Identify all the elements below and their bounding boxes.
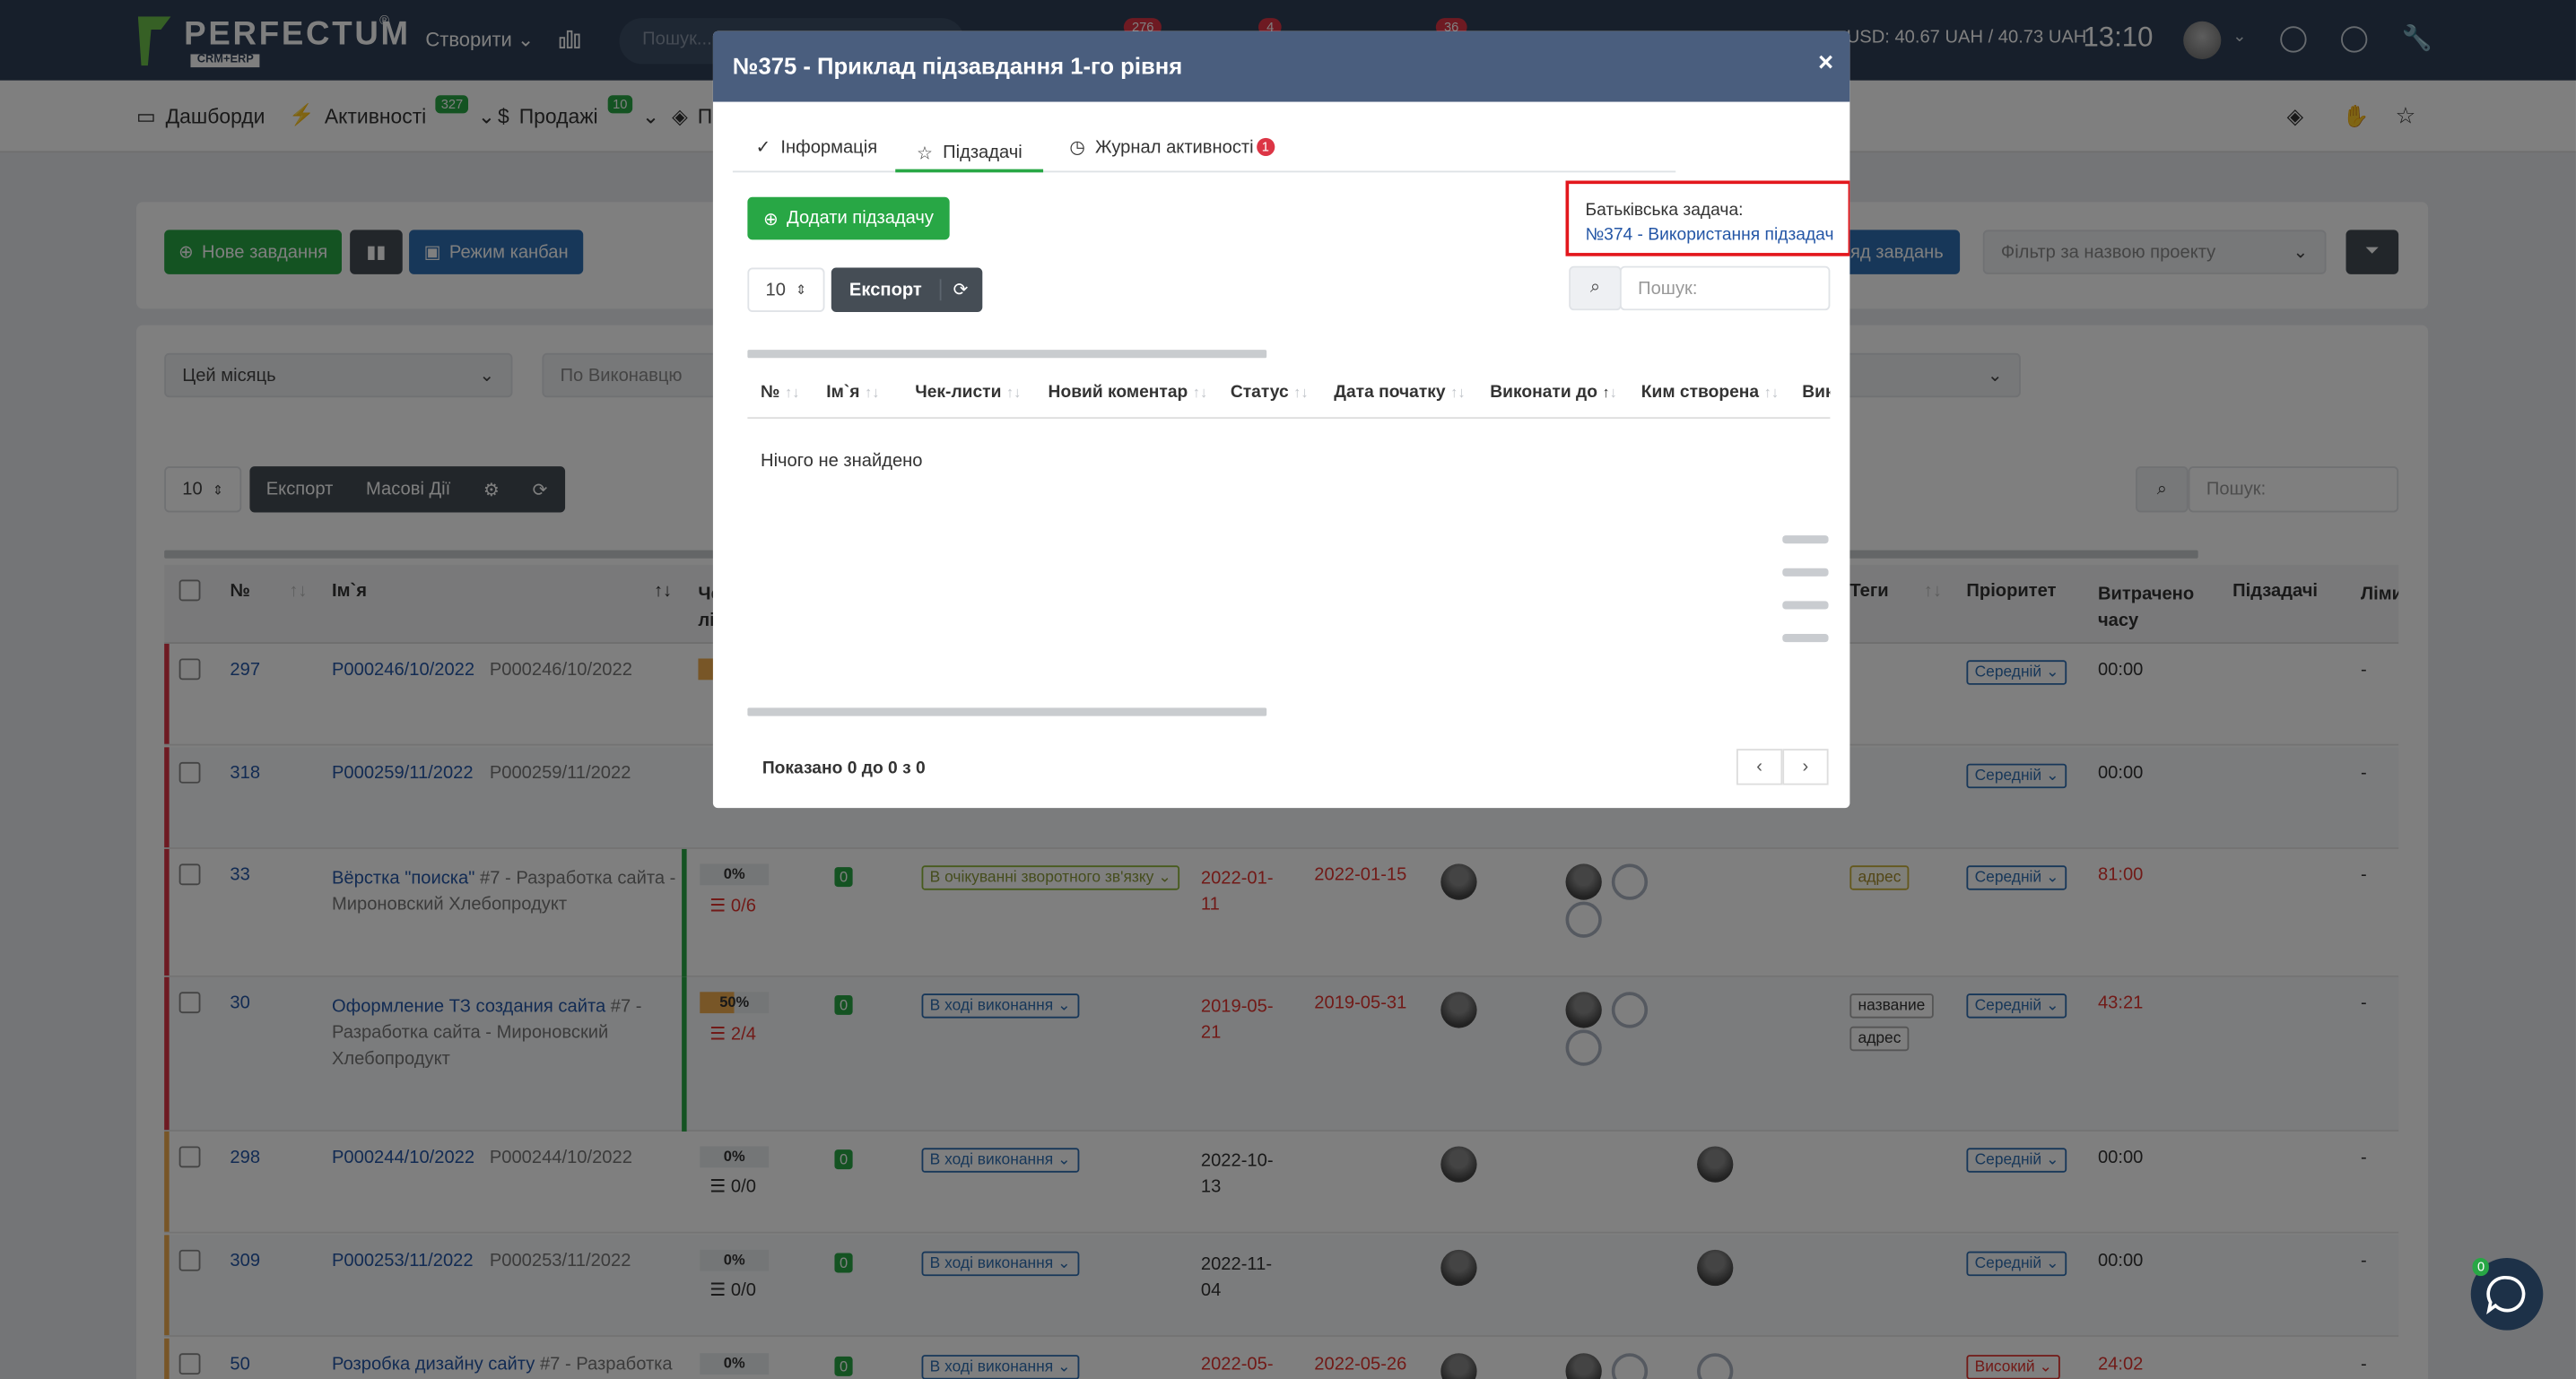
tab-subtasks[interactable]: ☆ Підзадачі	[895, 136, 1044, 173]
column-header[interactable]: Чек-листи ↑↓	[915, 383, 1021, 403]
column-header[interactable]: № ↑↓	[761, 383, 799, 403]
tab-label: Журнал активності	[1094, 136, 1254, 157]
modal-scrollbar-bottom[interactable]	[747, 707, 1267, 716]
header-label: Дата початку	[1334, 382, 1446, 403]
star-icon: ☆	[917, 143, 934, 164]
chevron-left-icon: ‹	[1756, 757, 1762, 777]
tab-badge: 1	[1257, 137, 1275, 157]
subtask-modal: №375 - Приклад підзавдання 1-го рівня × …	[712, 30, 1850, 809]
header-label: Виконати до	[1490, 382, 1597, 403]
modal-title: №375 - Приклад підзавдання 1-го рівня	[732, 52, 1183, 79]
empty-message: Нічого не знайдено	[761, 451, 923, 472]
header-label: Статус	[1230, 382, 1289, 403]
button-label: Додати підзадачу	[787, 208, 935, 229]
next-page-button[interactable]: ›	[1782, 749, 1829, 785]
tab-label: Інформація	[780, 136, 878, 157]
chevron-right-icon: ›	[1802, 757, 1809, 777]
close-icon[interactable]: ×	[1818, 49, 1833, 79]
column-header[interactable]: Статус ↑↓	[1231, 383, 1309, 403]
plus-circle-icon: ⊕	[763, 209, 779, 230]
export-button[interactable]: Експорт	[831, 280, 940, 299]
column-header[interactable]: Виконати до ↑↓	[1490, 383, 1617, 403]
modal-table-header: № ↑↓ Ім`я ↑↓ Чек-листи ↑↓ Новий коментар ↑↓ …	[747, 368, 1831, 420]
input-placeholder: Пошук:	[1638, 278, 1698, 299]
updown-icon: ⇕	[796, 282, 807, 298]
select-value: 10	[765, 280, 786, 300]
clock-icon: ◷	[1069, 137, 1085, 158]
column-header[interactable]: Новий коментар ↑↓	[1049, 383, 1208, 403]
pagination-info: Показано 0 до 0 з 0	[761, 759, 926, 779]
modal-page-size-select[interactable]: 10 ⇕	[747, 267, 825, 313]
add-subtask-button[interactable]: ⊕ Додати підзадачу	[747, 196, 950, 240]
check-circle-icon: ✓	[755, 137, 771, 158]
refresh-icon[interactable]: ⟳	[939, 279, 979, 301]
modal-scrollbar-top[interactable]	[747, 350, 1267, 359]
column-header[interactable]: Дата початку ↑↓	[1334, 383, 1465, 403]
app-screen: PERFECTUM CRM+ERP ® Створити ⌄ Пошук... …	[0, 0, 2576, 1379]
header-label: Чек-листи	[915, 382, 1002, 403]
loading-indicator	[1782, 535, 1829, 650]
tab-info[interactable]: ✓ Інформація	[756, 136, 878, 158]
header-label: Ким створена	[1640, 382, 1760, 403]
parent-task-box: Батьківська задача: №374 - Використання …	[1565, 180, 1850, 256]
prev-page-button[interactable]: ‹	[1736, 749, 1783, 785]
header-label: Новий коментар	[1048, 382, 1188, 403]
header-label: Ім`я	[826, 382, 860, 403]
column-header[interactable]: Ім`я ↑↓	[826, 383, 879, 403]
parent-task-label: Батьківська задача:	[1585, 200, 1744, 221]
modal-tabs: ✓ Інформація ☆ Підзадачі ◷ Журнал активн…	[732, 126, 1676, 173]
parent-task-link[interactable]: №374 - Використання підзадач	[1585, 225, 1833, 245]
column-header[interactable]: Вик	[1802, 383, 1830, 403]
search-icon: ⌕	[1569, 265, 1622, 311]
modal-header: №375 - Приклад підзавдання 1-го рівня ×	[712, 30, 1850, 102]
header-label: №	[761, 382, 780, 403]
column-header[interactable]: Ким створена ↑↓	[1641, 383, 1779, 403]
tab-label: Підзадачі	[943, 143, 1023, 163]
tab-activity-log[interactable]: ◷ Журнал активності 1	[1069, 136, 1280, 158]
modal-search-input[interactable]: Пошук:	[1619, 265, 1831, 311]
modal-actions-group: Експорт ⟳	[831, 267, 983, 313]
